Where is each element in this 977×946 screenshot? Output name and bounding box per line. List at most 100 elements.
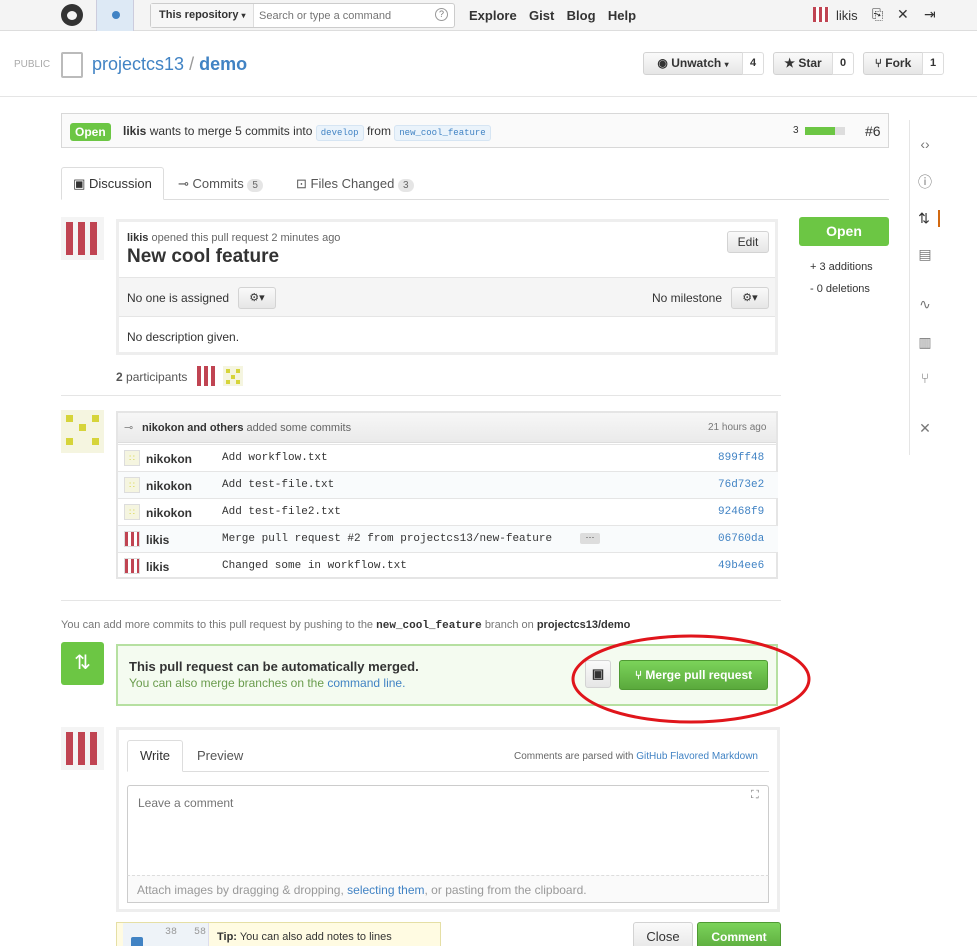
commit-avatar[interactable]: ∷ — [124, 504, 140, 520]
commenter-avatar[interactable] — [61, 727, 104, 770]
milestone-gear-button[interactable]: ⚙▾ — [731, 287, 769, 309]
username[interactable]: likis — [836, 8, 858, 23]
comment-author[interactable]: likis — [127, 232, 148, 244]
commit-message[interactable]: Changed some in workflow.txt — [222, 560, 407, 572]
unwatch-button[interactable]: ◉ Unwatch ▾ — [643, 52, 743, 75]
fork-button[interactable]: ⑂ Fork — [863, 52, 923, 75]
help-icon[interactable]: ? — [435, 8, 448, 21]
additions-count: + 3 additions — [810, 261, 873, 273]
repo-owner[interactable]: projectcs13 — [92, 54, 184, 74]
fork-count[interactable]: 1 — [922, 52, 944, 75]
markdown-link[interactable]: GitHub Flavored Markdown — [636, 751, 758, 762]
commit-sha[interactable]: 06760da — [718, 533, 764, 545]
commit-sha[interactable]: 76d73e2 — [718, 479, 764, 491]
close-pr-button[interactable]: Close — [633, 922, 693, 946]
push-hint: You can add more commits to this pull re… — [61, 619, 631, 632]
nav-gist[interactable]: Gist — [529, 8, 554, 23]
expand-ellipsis-button[interactable]: ··· — [580, 533, 600, 544]
commit-row: ∷ nikokon Add test-file.txt 76d73e2 — [118, 471, 778, 498]
star-button[interactable]: ★ Star — [773, 52, 833, 75]
nav-explore[interactable]: Explore — [469, 8, 517, 23]
commit-sha[interactable]: 899ff48 — [718, 452, 764, 464]
watch-count[interactable]: 4 — [742, 52, 764, 75]
command-line-link[interactable]: command line. — [327, 676, 405, 690]
nav-blog[interactable]: Blog — [567, 8, 596, 23]
tab-line — [61, 199, 889, 200]
commit-message[interactable]: Add test-file.txt — [222, 479, 334, 491]
user-avatar[interactable] — [813, 7, 829, 22]
repo-settings-icon[interactable]: ✕ — [910, 420, 940, 437]
repo-sidebar: ‹› ⓘ ⇅ ▤ ∿ ▥ ⑂ ✕ — [909, 120, 942, 455]
commit-row: ∷ nikokon Add test-file2.txt 92468f9 — [118, 498, 778, 525]
commits-block: ⊸ nikokon and others added some commits … — [116, 411, 778, 579]
commit-author[interactable]: nikokon — [146, 452, 192, 466]
star-count[interactable]: 0 — [832, 52, 854, 75]
pr-author[interactable]: likis — [123, 124, 146, 138]
commit-row: likis Merge pull request #2 from project… — [118, 525, 778, 552]
tab-commits[interactable]: ⊸ Commits 5 — [178, 176, 263, 192]
commit-sha[interactable]: 92468f9 — [718, 506, 764, 518]
select-files-link[interactable]: selecting them — [347, 883, 424, 897]
divider — [61, 395, 781, 396]
write-tab[interactable]: Write — [127, 740, 183, 772]
commits-avatar[interactable] — [61, 410, 104, 453]
issues-icon[interactable]: ⓘ — [910, 172, 940, 192]
commit-author[interactable]: likis — [146, 560, 169, 574]
scope-selector[interactable]: This repository ▾ — [151, 4, 254, 27]
visibility-label: PUBLIC — [14, 59, 51, 70]
github-logo-icon[interactable] — [61, 4, 83, 26]
commit-avatar[interactable]: ∷ — [124, 477, 140, 493]
commit-message[interactable]: Merge pull request #2 from projectcs13/n… — [222, 533, 552, 545]
create-repo-icon[interactable]: ⎘ — [872, 6, 883, 23]
pr-title: New cool feature — [127, 246, 280, 267]
opening-comment: likis opened this pull request 2 minutes… — [116, 219, 778, 355]
commit-avatar[interactable]: ∷ — [124, 450, 140, 466]
assignee-gear-button[interactable]: ⚙▾ — [238, 287, 276, 309]
code-icon[interactable]: ‹› — [910, 136, 940, 152]
network-icon[interactable]: ⑂ — [910, 370, 940, 386]
divider — [61, 600, 781, 601]
pr-number: #6 — [865, 123, 881, 139]
comment-button[interactable]: Comment — [697, 922, 781, 946]
commits-header-author[interactable]: nikokon and others — [142, 422, 243, 434]
pulse-icon[interactable]: ∿ — [910, 296, 940, 313]
sign-out-icon[interactable]: ⇥ — [924, 6, 936, 23]
commit-message[interactable]: Add test-file2.txt — [222, 506, 341, 518]
participant-label: participants — [126, 370, 188, 384]
search-input[interactable] — [259, 6, 429, 25]
tab-discussion[interactable]: ▣ Discussion — [61, 167, 164, 200]
pull-requests-icon[interactable]: ⇅ — [910, 210, 940, 227]
diffstat-bar — [805, 127, 845, 135]
commit-author[interactable]: nikokon — [146, 479, 192, 493]
participant-count: 2 — [116, 370, 123, 384]
edit-button[interactable]: Edit — [727, 231, 769, 253]
tip-box: 38 58 Tip: You can also add notes to lin… — [116, 922, 441, 946]
fullscreen-icon[interactable]: ⛶ — [751, 789, 759, 802]
milestone-label: No milestone — [652, 291, 723, 305]
commit-avatar[interactable] — [124, 531, 140, 547]
wiki-icon[interactable]: ▤ — [910, 246, 940, 263]
state-open-button[interactable]: Open — [799, 217, 889, 246]
author-avatar[interactable] — [61, 217, 104, 260]
graphs-icon[interactable]: ▥ — [910, 334, 940, 351]
comment-textarea[interactable] — [127, 785, 769, 876]
settings-icon[interactable]: ✕ — [897, 6, 909, 23]
tab-files-changed[interactable]: ⊡ Files Changed 3 — [296, 176, 414, 192]
repo-name[interactable]: demo — [199, 54, 247, 74]
commit-message[interactable]: Add workflow.txt — [222, 452, 328, 464]
commit-avatar[interactable] — [124, 558, 140, 574]
nav-help[interactable]: Help — [608, 8, 636, 23]
preview-tab[interactable]: Preview — [197, 748, 243, 763]
notifications-icon[interactable] — [96, 0, 134, 31]
commit-sha[interactable]: 49b4ee6 — [718, 560, 764, 572]
commit-author[interactable]: likis — [146, 533, 169, 547]
base-branch: develop — [315, 125, 364, 141]
participant-avatar-nikokon[interactable] — [223, 366, 243, 386]
participant-avatar-likis[interactable] — [197, 366, 217, 386]
search-box: This repository ▾ ? — [150, 3, 455, 28]
merge-icon: ⇅ — [61, 642, 104, 685]
commit-icon: ⊸ — [124, 422, 134, 434]
scope-label: This repository — [159, 9, 239, 21]
commit-author[interactable]: nikokon — [146, 506, 192, 520]
commits-header-text: added some commits — [246, 422, 352, 434]
